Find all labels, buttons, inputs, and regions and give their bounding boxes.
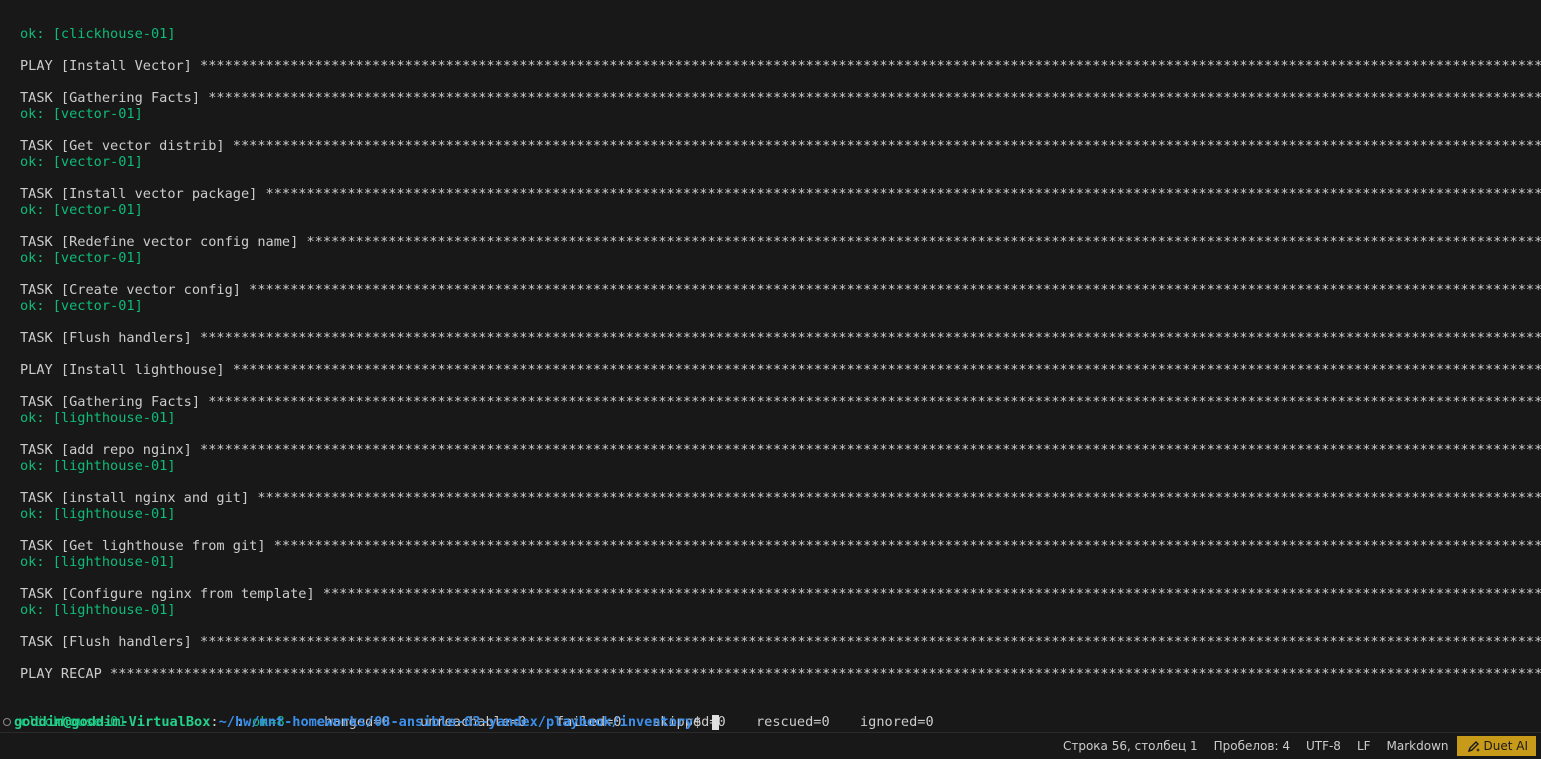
log-line: PLAY [Install lighthouse] **************… [20,362,1541,378]
task-result-line: ok: [vector-01] [20,202,143,218]
pencil-sparkle-icon [1467,741,1480,753]
log-line: TASK [Install vector package] **********… [20,186,1541,202]
recap-rescued: rescued=0 [756,714,830,730]
terminal-cursor [711,714,719,730]
log-line: TASK [Create vector config] ************… [20,282,1541,298]
task-result-line: ok: [lighthouse-01] [20,410,176,426]
status-indentation[interactable]: Пробелов: 4 [1206,733,1298,759]
ansible-log: ok: [clickhouse-01] PLAY [Install Vector]… [20,26,1541,682]
task-result-line: ok: [lighthouse-01] [20,554,176,570]
log-line: TASK [install nginx and git] ***********… [20,490,1541,506]
task-result-line: ok: [vector-01] [20,154,143,170]
terminal-panel[interactable]: ok: [clickhouse-01] PLAY [Install Vector]… [0,0,1541,733]
task-result-line: ok: [lighthouse-01] [20,602,176,618]
command-decoration-icon[interactable] [3,718,11,726]
duet-ai-label: Duet AI [1483,739,1529,753]
prompt-path: ~/hw/mnt-homeworks/08-ansible-03-yandex/… [218,714,694,730]
task-result-line: ok: [lighthouse-01] [20,506,176,522]
prompt-user-host: goddim@goddim-VirtualBox [14,714,211,730]
status-encoding[interactable]: UTF-8 [1298,733,1349,759]
log-line: TASK [Flush handlers] ******************… [20,330,1541,346]
log-line: TASK [Gathering Facts] *****************… [20,394,1541,410]
task-result-line: ok: [vector-01] [20,106,143,122]
log-line: PLAY [Install Vector] ******************… [20,58,1541,74]
log-line: TASK [Get lighthouse from git] *********… [20,538,1541,554]
prompt-sign: $ [693,714,710,730]
task-result-line: ok: [vector-01] [20,250,143,266]
status-eol[interactable]: LF [1349,733,1379,759]
status-cursor-position[interactable]: Строка 56, столбец 1 [1055,733,1206,759]
shell-prompt[interactable]: goddim@goddim-VirtualBox: ~/hw/mnt-homewo… [0,714,719,730]
prompt-separator: : [210,714,219,730]
status-language-mode[interactable]: Markdown [1379,733,1457,759]
status-bar: Строка 56, столбец 1 Пробелов: 4 UTF-8 L… [0,732,1541,759]
task-result-line: ok: [vector-01] [20,298,143,314]
task-result-line: ok: [clickhouse-01] [20,26,176,42]
terminal-output: ok: [clickhouse-01] PLAY [Install Vector]… [20,0,1541,733]
log-line: TASK [Redefine vector config name] *****… [20,234,1541,250]
log-line: TASK [add repo nginx] ******************… [20,442,1541,458]
task-result-line: ok: [lighthouse-01] [20,458,176,474]
log-line: TASK [Configure nginx from template] ***… [20,586,1541,602]
log-line: TASK [Get vector distrib] **************… [20,138,1541,154]
log-line: TASK [Flush handlers] ******************… [20,634,1541,650]
log-line: PLAY RECAP *****************************… [20,666,1541,682]
recap-ignored: ignored=0 [860,714,934,730]
log-line: TASK [Gathering Facts] *****************… [20,90,1541,106]
duet-ai-button[interactable]: Duet AI [1456,736,1536,756]
